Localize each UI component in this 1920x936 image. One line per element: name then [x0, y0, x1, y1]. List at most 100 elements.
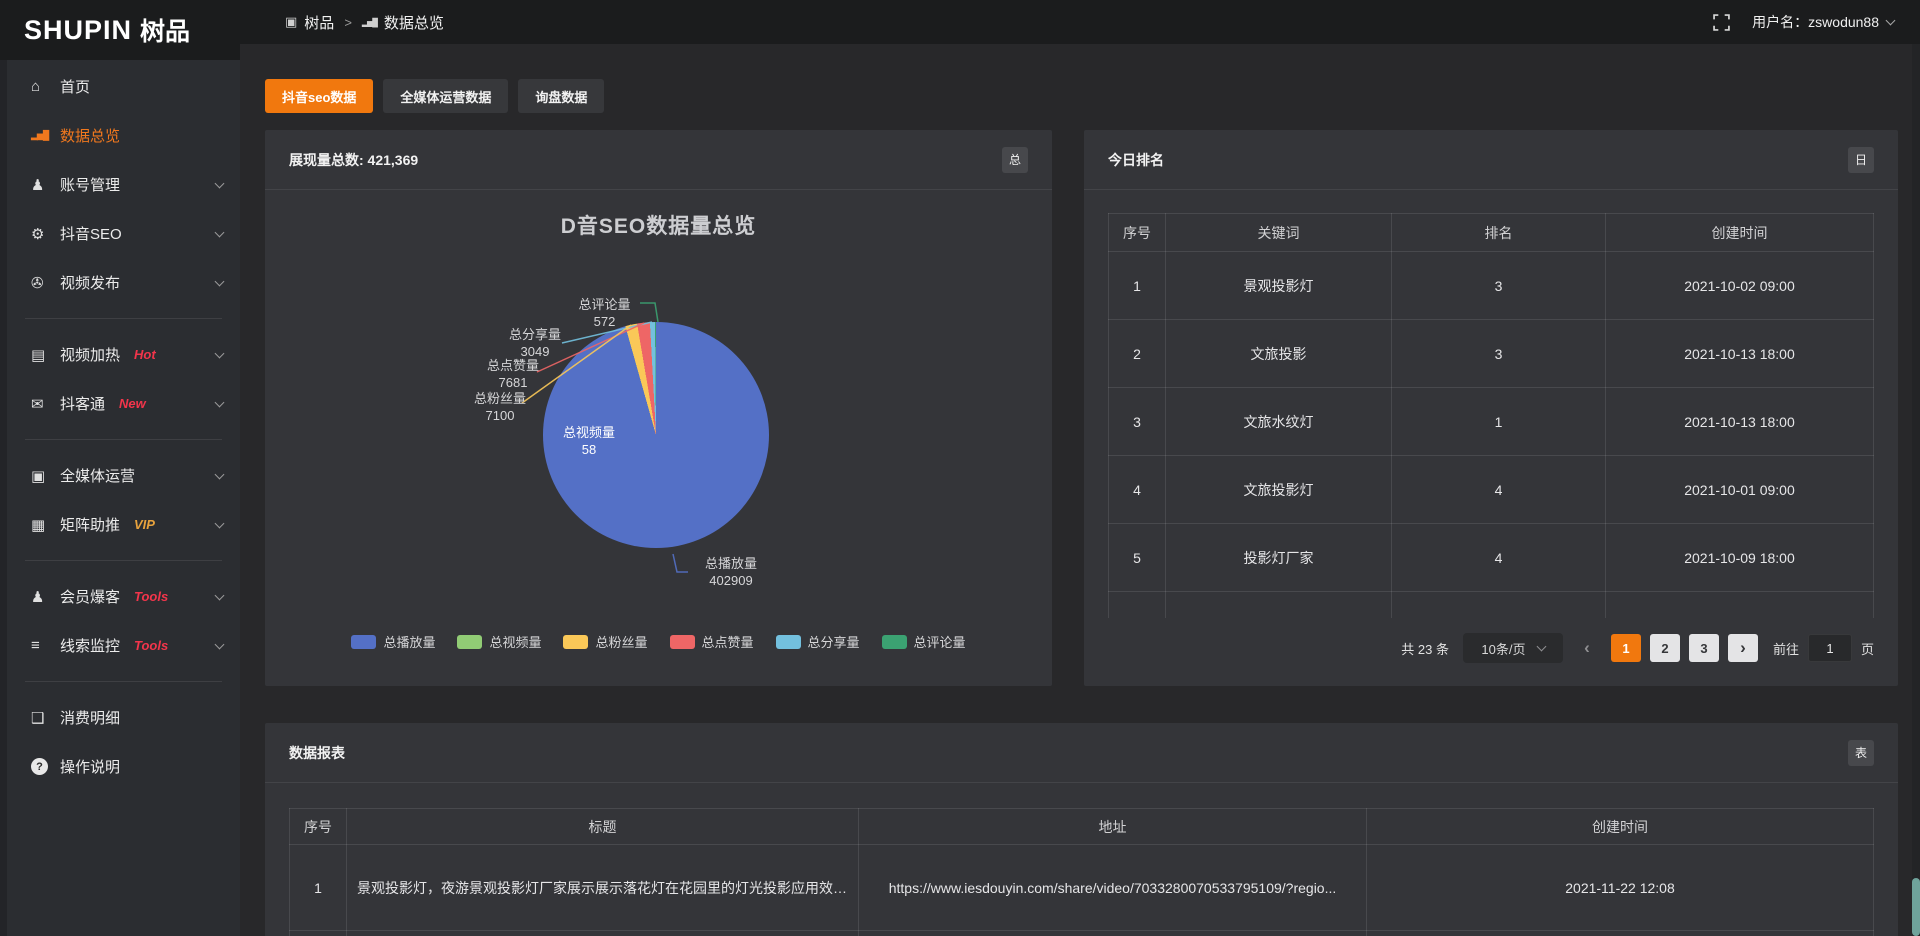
- goto-page-input[interactable]: [1808, 634, 1852, 662]
- cell-no: 5: [1109, 524, 1166, 592]
- sidebar-item-label: 账号管理: [60, 174, 120, 195]
- sidebar-item-help[interactable]: ? 操作说明: [7, 742, 240, 791]
- sidebar-item-label: 矩阵助推: [60, 514, 120, 535]
- total-toggle-button[interactable]: 总: [1002, 147, 1028, 173]
- overview-panel-header: 展现量总数: 421,369 总: [265, 130, 1052, 190]
- page-button-1[interactable]: 1: [1611, 634, 1641, 662]
- cell-title: 景观投影灯，夜游景观投影灯厂家展示展示落花灯在花园里的灯光投影应用效果 #: [347, 845, 859, 931]
- sidebar-item-label: 消费明细: [60, 707, 120, 728]
- cell-no: 1: [290, 845, 347, 931]
- user-area: 用户名：zswodun88: [1713, 12, 1894, 32]
- fullscreen-icon[interactable]: [1713, 14, 1730, 31]
- sidebar-item-label: 会员爆客: [60, 586, 120, 607]
- tools-badge: Tools: [134, 589, 168, 604]
- topbar: ▣ 树品 > ▂▅█ 数据总览 用户名：zswodun88: [240, 0, 1920, 44]
- legend-swatch: [670, 635, 695, 649]
- sidebar-divider: [25, 681, 222, 682]
- col-rank: 排名: [1392, 214, 1606, 252]
- report-panel-title: 数据报表: [289, 743, 345, 763]
- chevron-down-icon: [1886, 16, 1896, 26]
- goto-unit: 页: [1861, 639, 1874, 658]
- table-row: 1 景观投影灯，夜游景观投影灯厂家展示展示落花灯在花园里的灯光投影应用效果 # …: [290, 845, 1874, 931]
- logo-text-en: SHUPIN: [24, 15, 132, 46]
- overview-panel: 展现量总数: 421,369 总 D音SEO数据量总览 总评论量572 总分享量…: [265, 130, 1052, 686]
- home-icon: ⌂: [31, 78, 60, 95]
- sidebar-item-consumption[interactable]: ❑ 消费明细: [7, 693, 240, 742]
- user-icon: ♟: [31, 176, 60, 194]
- chevron-down-icon: [215, 348, 225, 358]
- sidebar-item-account[interactable]: ♟ 账号管理: [7, 160, 240, 209]
- tab-media-operation[interactable]: 全媒体运营数据: [383, 79, 508, 113]
- scrollbar-thumb[interactable]: [1912, 878, 1920, 936]
- tab-douyin-seo[interactable]: 抖音seo数据: [265, 79, 373, 113]
- rank-table: 序号 关键词 排名 创建时间 1 景观投影灯 3 2021-10-02 09:0…: [1108, 213, 1874, 618]
- cell-rank: 3: [1392, 252, 1606, 320]
- video-camera-icon: ✇: [31, 274, 60, 292]
- col-no: 序号: [290, 809, 347, 845]
- user-dropdown[interactable]: 用户名：zswodun88: [1752, 12, 1894, 32]
- day-toggle-button[interactable]: 日: [1848, 147, 1874, 173]
- page-button-3[interactable]: 3: [1689, 634, 1719, 662]
- screen-icon: ▤: [31, 346, 60, 364]
- scrollbar-track[interactable]: [1912, 44, 1920, 936]
- sidebar-item-label: 视频加热: [60, 344, 120, 365]
- sidebar-item-label: 操作说明: [60, 756, 120, 777]
- col-created: 创建时间: [1606, 214, 1874, 252]
- sidebar-item-douketong[interactable]: ✉ 抖客通 New: [7, 379, 240, 428]
- rank-panel-header: 今日排名 日: [1084, 130, 1898, 190]
- sidebar-item-label: 抖客通: [60, 393, 105, 414]
- tab-inquiry[interactable]: 询盘数据: [518, 79, 604, 113]
- sidebar-item-video-publish[interactable]: ✇ 视频发布: [7, 258, 240, 307]
- impressions-total: 展现量总数: 421,369: [289, 150, 418, 170]
- pie-label-likes: 总点赞量7681: [477, 357, 549, 391]
- sidebar-item-douyin-seo[interactable]: ⚙ 抖音SEO: [7, 209, 240, 258]
- legend-item-fans[interactable]: 总粉丝量: [563, 632, 647, 651]
- table-row: 4 文旅投影灯 4 2021-10-01 09:00: [1109, 456, 1874, 524]
- breadcrumb-item-home[interactable]: ▣ 树品: [285, 12, 334, 33]
- sidebar-item-home[interactable]: ⌂ 首页: [7, 62, 240, 111]
- rank-table-wrap: 序号 关键词 排名 创建时间 1 景观投影灯 3 2021-10-02 09:0…: [1108, 213, 1874, 618]
- sidebar-item-video-heat[interactable]: ▤ 视频加热 Hot: [7, 330, 240, 379]
- legend-item-shares[interactable]: 总分享量: [776, 632, 860, 651]
- rank-panel: 今日排名 日 序号 关键词 排名 创建时间 1 景观投影灯: [1084, 130, 1898, 686]
- sidebar-item-media-operation[interactable]: ▣ 全媒体运营: [7, 451, 240, 500]
- table-toggle-button[interactable]: 表: [1848, 740, 1874, 766]
- sidebar-divider: [25, 318, 222, 319]
- sidebar-item-matrix-boost[interactable]: ▦ 矩阵助推 VIP: [7, 500, 240, 549]
- legend-swatch: [882, 635, 907, 649]
- cell-keyword: 投影灯厂家: [1166, 524, 1392, 592]
- cell-url-link[interactable]: https://www.iesdouyin.com/share/video/70…: [859, 845, 1367, 931]
- cell-no: 3: [1109, 388, 1166, 456]
- legend-item-plays[interactable]: 总播放量: [351, 632, 435, 651]
- pie-label-videos: 总视频量58: [553, 424, 625, 458]
- next-page-button[interactable]: ›: [1728, 634, 1758, 662]
- hot-badge: Hot: [134, 347, 156, 362]
- grid-icon: ▣: [285, 14, 297, 30]
- page-size-select[interactable]: 10条/页: [1463, 633, 1563, 663]
- legend-item-likes[interactable]: 总点赞量: [670, 632, 754, 651]
- chevron-down-icon: [215, 178, 225, 188]
- legend-item-videos[interactable]: 总视频量: [457, 632, 541, 651]
- breadcrumb-item-overview[interactable]: ▂▅█ 数据总览: [362, 12, 444, 33]
- sidebar-item-data-overview[interactable]: ▂▅█ 数据总览: [7, 111, 240, 160]
- prev-page-button[interactable]: ‹: [1572, 634, 1602, 662]
- report-panel-header: 数据报表 表: [265, 723, 1898, 783]
- monitor-icon: ▣: [31, 467, 60, 485]
- sidebar-item-clue-monitor[interactable]: ≡ 线索监控 Tools: [7, 621, 240, 670]
- cell-no: 4: [1109, 456, 1166, 524]
- logo: SHUPIN 树品: [0, 0, 240, 60]
- page-button-2[interactable]: 2: [1650, 634, 1680, 662]
- sidebar-item-member[interactable]: ♟ 会员爆客 Tools: [7, 572, 240, 621]
- message-icon: ✉: [31, 395, 60, 413]
- table-header-row: 序号 关键词 排名 创建时间: [1109, 214, 1874, 252]
- cell-keyword: 景观投影灯: [1166, 252, 1392, 320]
- username-label: 用户名：zswodun88: [1752, 12, 1879, 32]
- breadcrumb-label: 数据总览: [384, 12, 444, 33]
- chevron-down-icon: [215, 397, 225, 407]
- cell-keyword: 文旅水纹灯: [1166, 388, 1392, 456]
- chevron-down-icon: [215, 469, 225, 479]
- cell-keyword: 文旅投影灯: [1166, 456, 1392, 524]
- report-table: 序号 标题 地址 创建时间 1 景观投影灯，夜游景观投影灯厂家展示展示落花灯在花…: [289, 808, 1874, 936]
- table-row-partial: [290, 931, 1874, 936]
- legend-item-comments[interactable]: 总评论量: [882, 632, 966, 651]
